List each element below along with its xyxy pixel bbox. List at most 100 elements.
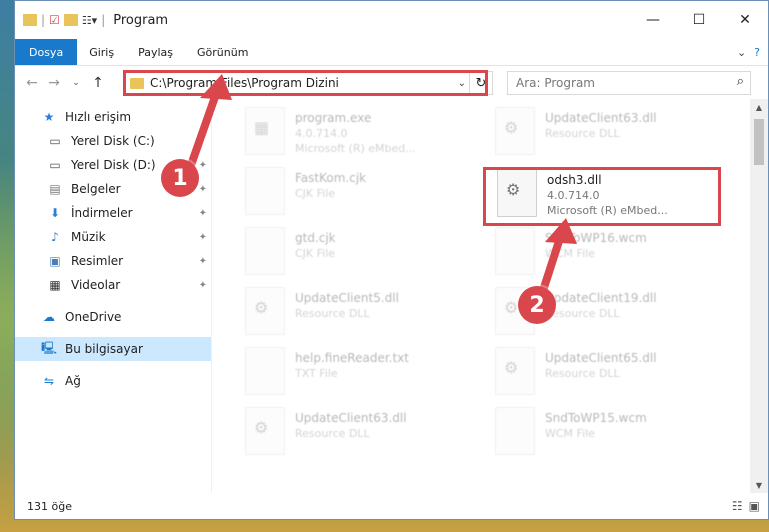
forward-arrow-icon[interactable]: → (43, 75, 65, 91)
file-name: program.exe (295, 111, 372, 125)
sidebar-item-network[interactable]: ⇋ Ağ (15, 369, 211, 393)
search-input[interactable]: Ara: Program ⌕ (507, 71, 751, 95)
status-bar: 131 öğe ☷ ▣ (15, 493, 768, 519)
dll-file-icon: ⚙ (245, 287, 285, 335)
file-type: TXT File (295, 367, 338, 380)
address-bar[interactable]: C:\Program Files\Program Dizini ⌄ ↻ (123, 71, 493, 95)
sidebar-item-local-disk-c[interactable]: ▭ Yerel Disk (C:) (15, 129, 211, 153)
music-icon: ♪ (51, 230, 59, 244)
help-icon[interactable]: ? (754, 46, 760, 59)
file-version: 4.0.714.0 (295, 127, 348, 140)
details-view-icon[interactable]: ☷ (732, 499, 743, 513)
star-icon: ★ (43, 110, 55, 124)
scroll-up-icon[interactable]: ▲ (750, 99, 768, 115)
pin-icon[interactable]: ✦ (199, 208, 207, 219)
customize-toolbar-icon[interactable]: ☷▾ (82, 14, 97, 27)
file-explorer-window: | ☑ ☷▾ | Program — ☐ ✕ Dosya Giriş Payla… (14, 0, 769, 520)
pin-icon[interactable]: ✦ (199, 256, 207, 267)
tab-share[interactable]: Paylaş (126, 39, 185, 65)
back-arrow-icon[interactable]: ← (21, 75, 43, 91)
search-placeholder: Ara: Program (516, 76, 595, 90)
up-arrow-icon[interactable]: ↑ (87, 75, 109, 91)
file-icon (495, 407, 535, 455)
vertical-scrollbar[interactable]: ▲ ▼ (750, 99, 768, 493)
view-toggles: ☷ ▣ (732, 499, 760, 513)
sidebar-item-music[interactable]: ♪ Müzik ✦ (15, 225, 211, 249)
tab-file[interactable]: Dosya (15, 39, 78, 65)
sidebar-item-onedrive[interactable]: ☁ OneDrive (15, 305, 211, 329)
content-area: ★ Hızlı erişim ▭ Yerel Disk (C:) ▭ Yerel… (15, 99, 768, 493)
new-folder-icon[interactable] (63, 14, 78, 26)
sidebar-item-this-pc[interactable]: 🖳 Bu bilgisayar (15, 337, 211, 361)
file-icon (245, 167, 285, 215)
search-icon: ⌕ (736, 74, 744, 89)
tab-view[interactable]: Görünüm (185, 39, 260, 65)
recent-locations-icon[interactable]: ⌄ (65, 78, 87, 88)
file-version: 4.0.714.0 (547, 189, 600, 202)
drive-icon: ▭ (49, 134, 61, 148)
file-type: Resource DLL (295, 307, 370, 320)
pane-divider (211, 99, 212, 493)
file-name: odsh3.dll (547, 173, 602, 187)
step-1-badge: 1 (161, 159, 199, 197)
tab-home[interactable]: Giriş (77, 39, 126, 65)
step-2-badge: 2 (518, 286, 556, 324)
scrollbar-thumb[interactable] (754, 119, 764, 165)
sidebar-item-label: Müzik (71, 230, 106, 244)
file-name: help.fineReader.txt (295, 351, 409, 365)
file-name: FastKom.cjk (295, 171, 367, 185)
file-tile[interactable]: ⚙ UpdateClient5.dll Resource DLL (245, 287, 475, 345)
file-tile[interactable]: gtd.cjk CJK File (245, 227, 475, 285)
pin-icon[interactable]: ✦ (199, 160, 207, 171)
close-button[interactable]: ✕ (722, 1, 768, 39)
file-tile[interactable]: FastKom.cjk CJK File (245, 167, 475, 225)
sidebar-item-videos[interactable]: ▦ Videolar ✦ (15, 273, 211, 297)
pin-icon[interactable]: ✦ (199, 232, 207, 243)
network-icon: ⇋ (43, 374, 55, 388)
drive-icon: ▭ (49, 158, 61, 172)
file-tile[interactable]: ⚙ UpdateClient65.dll Resource DLL (495, 347, 725, 405)
video-icon: ▦ (49, 278, 61, 292)
minimize-button[interactable]: — (630, 1, 676, 39)
file-tile[interactable]: ⚙ UpdateClient63.dll Resource DLL (245, 407, 475, 465)
folder-icon (130, 77, 144, 89)
scroll-down-icon[interactable]: ▼ (750, 477, 768, 493)
sidebar-item-label: Belgeler (71, 182, 121, 196)
pin-icon[interactable]: ✦ (199, 184, 207, 195)
sidebar-item-label: OneDrive (65, 310, 122, 324)
file-tile[interactable]: ▦ program.exe 4.0.714.0 Microsoft (R) eM… (245, 107, 475, 165)
cloud-icon: ☁ (43, 310, 55, 324)
file-tile-selected[interactable]: ⚙ odsh3.dll 4.0.714.0 Microsoft (R) eMbe… (497, 169, 727, 227)
navigation-bar: ← → ⌄ ↑ C:\Program Files\Program Dizini … (15, 66, 768, 100)
large-icons-view-icon[interactable]: ▣ (749, 499, 760, 513)
sidebar-item-quick-access[interactable]: ★ Hızlı erişim (15, 105, 211, 129)
sidebar-item-label: İndirmeler (71, 206, 133, 220)
file-type: Resource DLL (545, 307, 620, 320)
file-name: UpdateClient63.dll (545, 111, 657, 125)
sidebar-item-pictures[interactable]: ▣ Resimler ✦ (15, 249, 211, 273)
sidebar-item-label: Videolar (71, 278, 121, 292)
file-type: WCM File (545, 427, 595, 440)
file-tile[interactable]: ⚙ UpdateClient63.dll Resource DLL (495, 107, 725, 165)
file-icon (495, 227, 535, 275)
folder-icon (23, 14, 37, 26)
file-type: WCM File (545, 247, 595, 260)
sidebar-item-downloads[interactable]: ⬇ İndirmeler ✦ (15, 201, 211, 225)
file-name: SndToWP15.wcm (545, 411, 647, 425)
expand-ribbon-icon[interactable]: ⌄ (737, 46, 746, 59)
chevron-down-icon[interactable]: ⌄ (458, 78, 466, 89)
pin-icon[interactable]: ✦ (199, 280, 207, 291)
computer-icon: 🖳 (41, 340, 58, 355)
file-tile[interactable]: SndToWP16.wcm WCM File (495, 227, 725, 285)
file-type: Resource DLL (295, 427, 370, 440)
sidebar-item-label: Ağ (65, 374, 81, 388)
file-name: UpdateClient19.dll (545, 291, 657, 305)
maximize-button[interactable]: ☐ (676, 1, 722, 39)
file-name: UpdateClient5.dll (295, 291, 399, 305)
refresh-icon[interactable]: ↻ (469, 72, 492, 94)
ribbon-tabs: Dosya Giriş Paylaş Görünüm ⌄ ? (15, 39, 768, 66)
file-tile[interactable]: SndToWP15.wcm WCM File (495, 407, 725, 465)
dll-file-icon: ⚙ (497, 169, 537, 217)
file-tile[interactable]: help.fineReader.txt TXT File (245, 347, 475, 405)
properties-icon[interactable]: ☑ (49, 13, 60, 27)
